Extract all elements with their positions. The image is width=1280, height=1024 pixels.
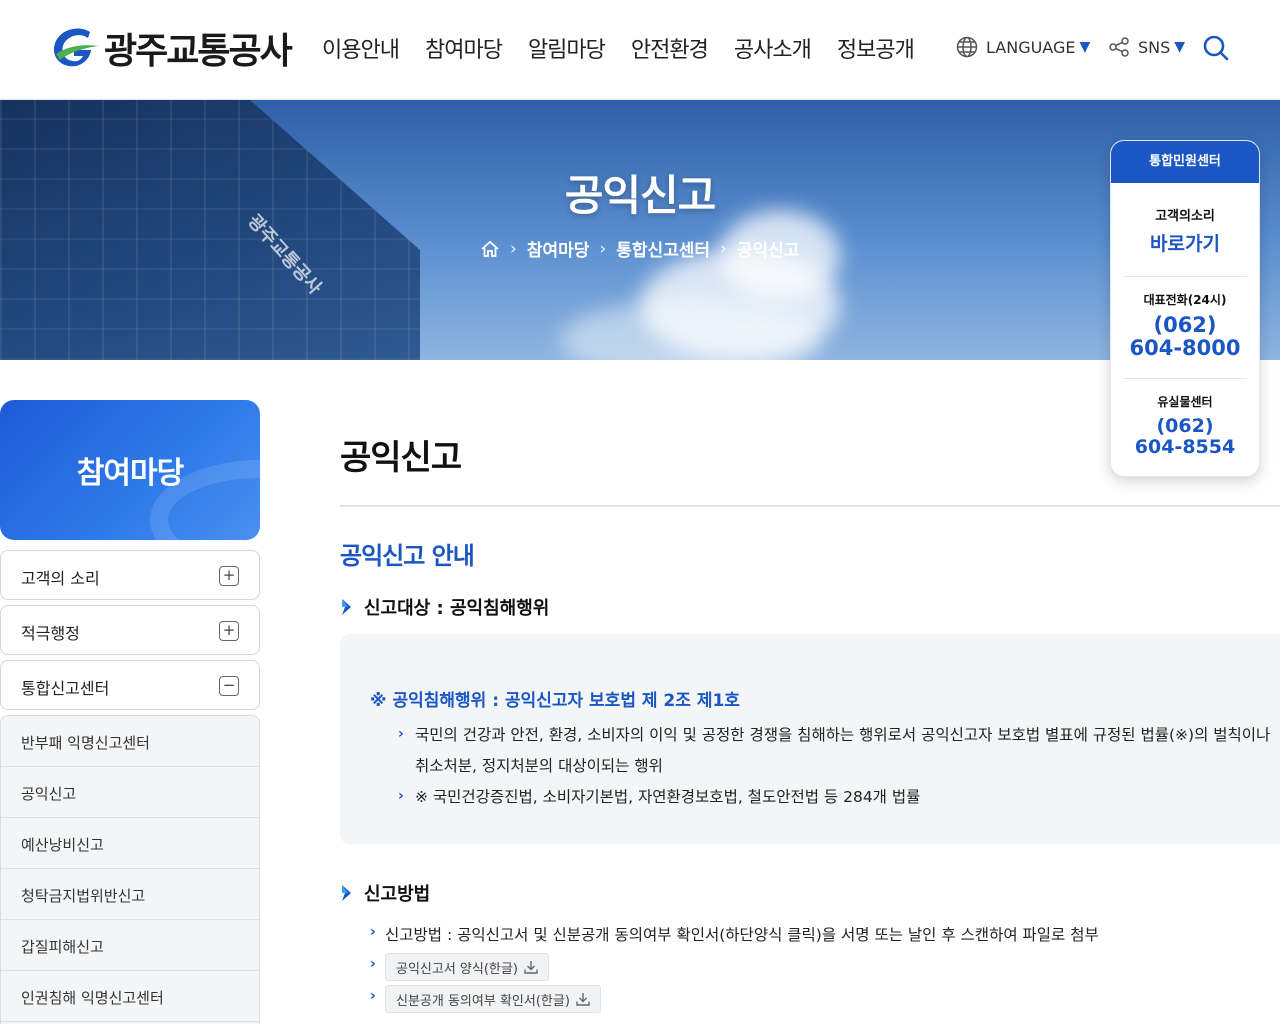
page-title: 공익신고 [340,438,462,478]
box-title: ※ 공익침해행위 : 공익신고자 보호법 제 2조 제1호 [370,691,740,711]
box-item-text: 국민의 건강과 안전, 환경, 소비자의 이익 및 공정한 경쟁을 침해하는 행… [415,726,1271,744]
chevron-right-icon: › [370,924,376,940]
side-menu-label: 적극행정 [21,624,80,643]
rep-phone-label: 대표전화(24시) [1143,293,1227,307]
submenu-anticorruption[interactable]: 반부패 익명신고센터 [1,716,259,767]
breadcrumb: › 참여마당 › 통합신고센터 › 공익신고 [480,236,799,261]
submenu-public-report[interactable]: 공익신고 [1,767,259,818]
customer-voice-label: 고객의소리 [1155,209,1215,224]
visual-title: 공익신고 [564,171,717,220]
breadcrumb-item-report-center[interactable]: 통합신고센터 [616,236,710,261]
chevron-right-icon: › [398,726,404,742]
nav-item-guide[interactable]: 이용안내 [322,32,400,64]
target-heading: 신고대상 : 공익침해행위 [340,594,549,620]
chevron-right-icon: › [370,956,376,972]
logo-mark-icon [53,28,98,67]
section-title: 공익신고 안내 [340,542,475,570]
chevron-right-icon: › [370,988,376,1004]
submenu-human-rights[interactable]: 인권침해 익명신고센터 [1,971,259,1022]
home-icon[interactable] [480,239,500,259]
caret-down-icon: ▼ [1174,39,1186,55]
submenu-graft-act[interactable]: 청탁금지법위반신고 [1,869,259,920]
method-heading: 신고방법 [340,880,430,906]
expand-icon[interactable]: + [219,621,239,641]
nav-item-disclosure[interactable]: 정보공개 [837,32,915,64]
download-icon [576,993,590,1006]
side-menu-proactive-admin[interactable]: 적극행정 + [0,605,260,655]
quick-contact-box: 통합민원센터 고객의소리 바로가기 대표전화(24시) (062) 604-80… [1110,140,1260,477]
site-logo[interactable]: 광주교통공사 [50,22,293,74]
side-menu-label: 고객의 소리 [21,569,100,588]
language-label: LANGUAGE [986,37,1076,57]
nav-item-about[interactable]: 공사소개 [734,32,812,64]
search-button[interactable] [1202,34,1230,66]
chevron-right-icon: › [720,238,727,259]
double-chevron-icon [342,599,351,615]
side-submenu: 반부패 익명신고센터 공익신고 예산낭비신고 청탁금지법위반신고 갑질피해신고 … [0,715,260,1024]
quick-box-title: 통합민원센터 [1111,141,1259,183]
rep-phone-section: 대표전화(24시) (062) 604-8000 [1123,277,1247,379]
shortcut-link[interactable]: 바로가기 [1123,229,1247,256]
sns-label: SNS [1138,37,1171,57]
lost-found-section: 유실물센터 (062) 604-8554 [1123,379,1247,476]
download-report-form-button[interactable]: 공익신고서 양식(한글) [385,953,549,981]
expand-icon[interactable]: + [219,566,239,586]
chevron-right-icon: › [599,238,607,259]
rep-phone-area: (062) [1153,313,1217,337]
customer-voice-link[interactable]: 고객의소리 바로가기 [1123,183,1247,277]
submenu-gapjil[interactable]: 갑질피해신고 [1,920,259,971]
double-chevron-icon [342,885,351,901]
download-icon [524,961,538,974]
search-icon [1203,35,1229,61]
lost-found-number[interactable]: 604-8554 [1123,437,1247,458]
nav-item-safety[interactable]: 안전환경 [631,32,709,64]
site-header: 광주교통공사 이용안내 참여마당 알림마당 안전환경 공사소개 정보공개 LAN… [0,0,1280,100]
divider [340,505,1280,507]
side-menu-label: 통합신고센터 [21,679,110,698]
side-menu-report-center[interactable]: 통합신고센터 − [0,660,260,710]
nav-item-notice[interactable]: 알림마당 [528,32,606,64]
globe-icon [956,36,978,58]
page-visual-banner: 광주교통공사 공익신고 › 참여마당 › 통합신고센터 › 공익신고 [0,100,1280,360]
chevron-right-icon: › [398,788,404,804]
download-consent-form-button[interactable]: 신분공개 동의여부 확인서(한글) [385,985,601,1013]
main-nav: 이용안내 참여마당 알림마당 안전환경 공사소개 정보공개 [322,32,940,64]
side-menu-customer-voice[interactable]: 고객의 소리 + [0,550,260,600]
collapse-icon[interactable]: − [219,676,239,696]
logo-text: 광주교통공사 [104,31,293,72]
rep-phone-number[interactable]: 604-8000 [1123,337,1247,360]
box-item-text: 취소처분, 정지처분의 대상이되는 행위 [415,757,663,775]
method-text: 신고방법 : 공익신고서 및 신분공개 동의여부 확인서(하단양식 클릭)을 서… [385,926,1099,944]
share-icon [1109,37,1129,57]
info-box: ※ 공익침해행위 : 공익신고자 보호법 제 2조 제1호 › 국민의 건강과 … [340,634,1280,844]
breadcrumb-item-participation[interactable]: 참여마당 [527,236,590,261]
submenu-budget-waste[interactable]: 예산낭비신고 [1,818,259,869]
chevron-right-icon: › [510,238,517,259]
side-menu-title-text: 참여마당 [76,456,184,491]
side-menu-title: 참여마당 [0,400,260,540]
caret-down-icon: ▼ [1079,39,1091,55]
lost-found-area: (062) [1156,415,1214,437]
building-image [0,100,420,360]
lost-found-label: 유실물센터 [1157,395,1213,409]
box-item-text: ※ 국민건강증진법, 소비자기본법, 자연환경보호법, 철도안전법 등 284개… [415,788,921,806]
nav-item-participation[interactable]: 참여마당 [425,32,503,64]
breadcrumb-item-current[interactable]: 공익신고 [737,236,800,261]
sns-selector[interactable]: SNS ▼ [1108,36,1185,58]
language-selector[interactable]: LANGUAGE ▼ [956,36,1090,58]
